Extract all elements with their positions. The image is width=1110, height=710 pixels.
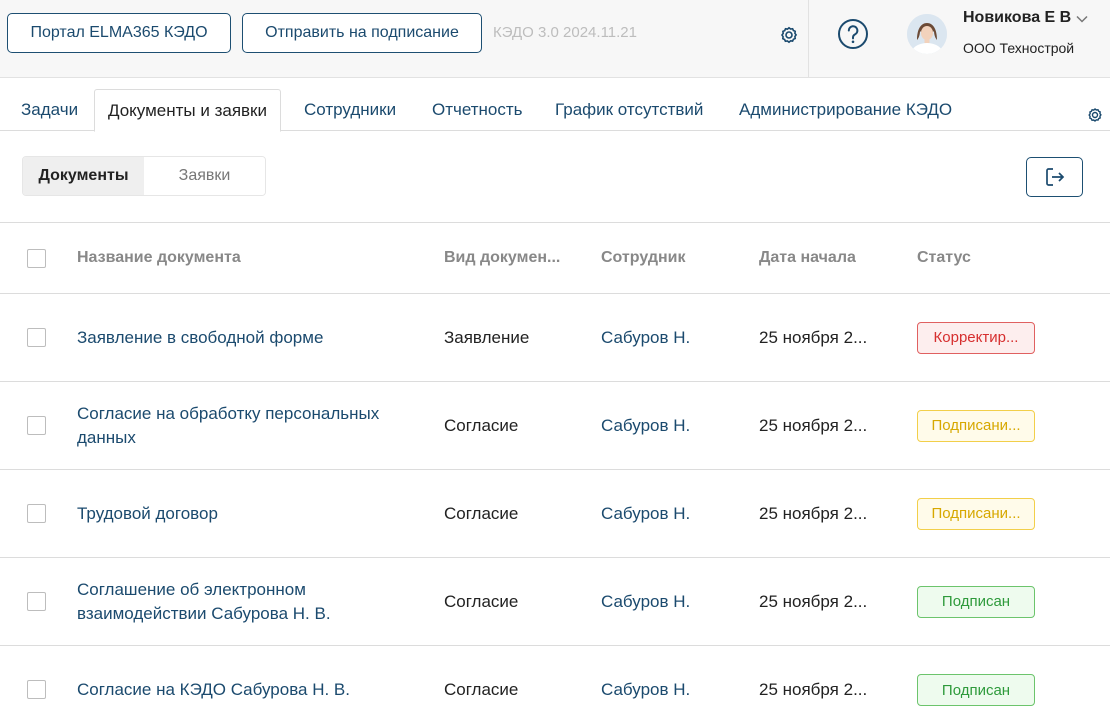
table-header: Название документа Вид докумен... Сотруд… [0,223,1110,294]
document-name-link[interactable]: Соглашение об электронном взаимодействии… [77,558,417,645]
status-badge: Подписан [917,674,1035,706]
employee-link[interactable]: Сабуров Н. [601,382,690,469]
status-badge: Подписан [917,585,1035,618]
column-type[interactable]: Вид докумен... [444,249,560,267]
chevron-down-icon[interactable] [1075,12,1089,26]
gear-icon[interactable] [777,23,801,47]
start-date: 25 ноября 2... [759,415,868,435]
status-badge: Корректир... [917,321,1035,354]
table-row[interactable]: Соглашение об электронном взаимодействии… [0,558,1110,646]
company-name: ООО Технострой [963,40,1075,56]
table-row[interactable]: Трудовой договор Согласие Сабуров Н. 25 … [0,470,1110,558]
employee-link[interactable]: Сабуров Н. [601,470,690,557]
document-name-link[interactable]: Трудовой договор [77,470,417,557]
portal-button[interactable]: Портал ELMA365 КЭДО [7,13,231,53]
table-row[interactable]: Согласие на КЭДО Сабурова Н. В. Согласие… [0,646,1110,710]
status-badge: Подписани... [917,409,1035,442]
gear-icon[interactable] [1085,105,1105,125]
tab-kedo-administration[interactable]: Администрирование КЭДО [726,89,965,131]
column-status[interactable]: Статус [917,249,971,267]
employee-link[interactable]: Сабуров Н. [601,294,690,381]
column-name[interactable]: Название документа [77,249,241,267]
tab-employees[interactable]: Сотрудники [291,89,409,131]
table-row[interactable]: Заявление в свободной форме Заявление Са… [0,294,1110,382]
row-checkbox[interactable] [27,680,46,699]
status-badge: Подписани... [917,497,1035,530]
app-header: Портал ELMA365 КЭДО Отправить на подписа… [0,0,1110,78]
avatar[interactable] [907,14,947,54]
table-row[interactable]: Согласие на обработку персональных данны… [0,382,1110,470]
user-name[interactable]: Новикова Е В [963,9,1071,27]
start-date: 25 ноября 2... [759,503,868,523]
document-type: Согласие [444,591,519,611]
header-divider [808,0,809,78]
row-checkbox[interactable] [27,592,46,611]
send-for-signing-button[interactable]: Отправить на подписание [242,13,482,53]
help-icon[interactable] [837,18,869,50]
start-date: 25 ноября 2... [759,680,868,699]
start-date: 25 ноября 2... [759,591,868,611]
tab-absence-schedule[interactable]: График отсутствий [542,89,716,131]
start-date: 25 ноября 2... [759,327,868,347]
export-button[interactable] [1026,157,1083,197]
version-label: КЭДО 3.0 2024.11.21 [493,24,637,41]
document-name-link[interactable]: Согласие на обработку персональных данны… [77,382,417,469]
document-type: Согласие [444,680,519,699]
export-icon [1045,168,1064,186]
document-type: Заявление [444,327,530,347]
row-checkbox[interactable] [27,504,46,523]
column-start-date[interactable]: Дата начала [759,249,856,267]
tab-reports[interactable]: Отчетность [419,89,536,131]
avatar-image [907,14,947,54]
documents-table: Название документа Вид докумен... Сотруд… [0,222,1110,710]
document-type: Согласие [444,503,519,523]
tab-documents-and-requests[interactable]: Документы и заявки [94,89,281,132]
tab-tasks[interactable]: Задачи [8,89,91,131]
document-name-link[interactable]: Согласие на КЭДО Сабурова Н. В. [77,646,417,710]
row-checkbox[interactable] [27,328,46,347]
document-name-link[interactable]: Заявление в свободной форме [77,294,417,381]
employee-link[interactable]: Сабуров Н. [601,646,690,710]
row-checkbox[interactable] [27,416,46,435]
documents-requests-switch: Документы Заявки [22,156,266,196]
main-tabs: Задачи Документы и заявки Сотрудники Отч… [0,89,1110,132]
document-type: Согласие [444,415,519,435]
column-employee[interactable]: Сотрудник [601,249,686,267]
segment-documents[interactable]: Документы [23,157,144,195]
segment-requests[interactable]: Заявки [144,157,265,195]
employee-link[interactable]: Сабуров Н. [601,558,690,645]
select-all-checkbox[interactable] [27,249,46,268]
